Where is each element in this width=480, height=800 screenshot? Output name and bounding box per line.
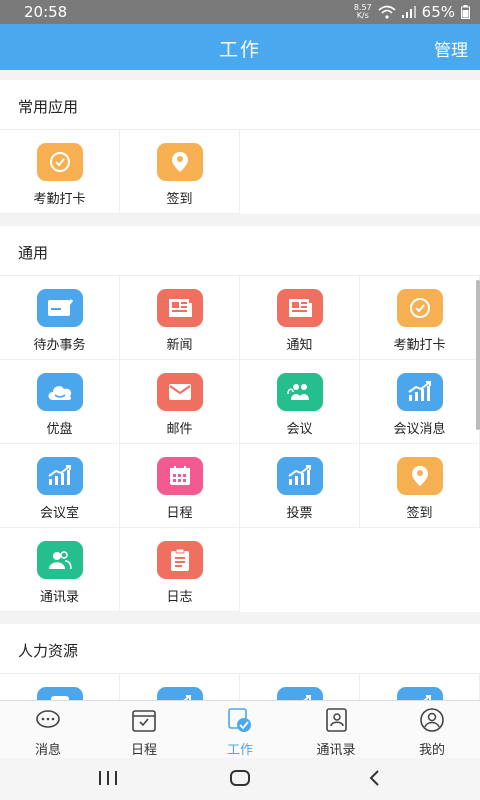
app-tile-label: 会议室 bbox=[39, 506, 79, 521]
app-tile-label: 考勤打卡 bbox=[33, 192, 86, 207]
chart-icon bbox=[276, 687, 323, 700]
tab-contacts-book[interactable]: 通讯录 bbox=[288, 701, 384, 758]
status-bar: 20:58 8.57 K/s 65% bbox=[0, 0, 480, 24]
bottom-tab-bar: 消息 日程 工作 通讯录 我的 bbox=[0, 700, 480, 758]
app-tile[interactable]: 日程 bbox=[120, 444, 240, 528]
app-tile[interactable]: 我的排班 bbox=[120, 674, 240, 700]
section-separator bbox=[0, 612, 480, 624]
app-tile[interactable]: ¥工资查询 bbox=[0, 674, 120, 700]
profile-icon bbox=[419, 707, 445, 737]
signal-icon bbox=[401, 6, 416, 18]
app-tile[interactable]: 签到 bbox=[360, 444, 480, 528]
work-icon bbox=[227, 707, 253, 737]
clock-in-icon bbox=[36, 143, 83, 181]
contacts-book-icon bbox=[323, 707, 349, 737]
clock-in-icon bbox=[396, 289, 443, 327]
chart-icon bbox=[36, 457, 83, 495]
battery-icon bbox=[461, 5, 470, 19]
app-tile-label: 新闻 bbox=[166, 338, 193, 353]
app-tile[interactable]: 邮件 bbox=[120, 360, 240, 444]
chart-icon bbox=[396, 373, 443, 411]
app-tile[interactable]: 考勤打卡 bbox=[360, 276, 480, 360]
recent-apps-icon[interactable] bbox=[96, 768, 120, 790]
app-tile-label: 考勤打卡 bbox=[393, 338, 446, 353]
tab-profile[interactable]: 我的 bbox=[384, 701, 480, 758]
status-time: 20:58 bbox=[24, 3, 68, 21]
app-tile-label: 邮件 bbox=[166, 422, 193, 437]
app-tile-label: 日程 bbox=[166, 506, 193, 521]
app-tile-label: 优盘 bbox=[46, 422, 73, 437]
back-icon[interactable] bbox=[363, 768, 387, 790]
app-grid: 待办事务 新闻 通知 考勤打卡优盘 邮件 会议 会议消息会议室 日程 投票 签到通讯录 日志 bbox=[0, 276, 480, 612]
location-pin-icon bbox=[156, 143, 203, 181]
app-tile-label: 通知 bbox=[286, 338, 313, 353]
clipboard-icon bbox=[156, 541, 203, 579]
app-tile[interactable]: 通知 bbox=[240, 276, 360, 360]
manage-button[interactable]: 管理 bbox=[434, 36, 468, 61]
app-tile[interactable]: 日志 bbox=[120, 528, 240, 612]
chart-icon bbox=[156, 687, 203, 700]
todo-card-icon bbox=[36, 289, 83, 327]
calendar-icon bbox=[131, 707, 157, 737]
app-tile[interactable]: 会议消息 bbox=[360, 360, 480, 444]
battery-percent: 65% bbox=[421, 3, 455, 21]
chart-icon bbox=[396, 687, 443, 700]
tab-label: 我的 bbox=[418, 743, 445, 758]
app-header: 工作 管理 bbox=[0, 24, 480, 70]
app-tile[interactable]: 投票 bbox=[240, 444, 360, 528]
calendar-icon bbox=[156, 457, 203, 495]
app-tile[interactable]: 签到 bbox=[120, 130, 240, 214]
tab-chat-bubble[interactable]: 消息 bbox=[0, 701, 96, 758]
app-tile-label: 投票 bbox=[286, 506, 313, 521]
system-nav-bar bbox=[0, 758, 480, 800]
section-title: 通用 bbox=[0, 226, 480, 276]
app-tile-label: 会议 bbox=[286, 422, 313, 437]
section-separator bbox=[0, 214, 480, 226]
contacts-icon bbox=[36, 541, 83, 579]
meeting-icon bbox=[276, 373, 323, 411]
app-tile[interactable]: 优盘 bbox=[0, 360, 120, 444]
location-pin-icon bbox=[396, 457, 443, 495]
app-tile-label: 日志 bbox=[166, 590, 193, 605]
scrollbar[interactable] bbox=[476, 280, 480, 430]
cloud-icon bbox=[36, 373, 83, 411]
notice-icon bbox=[276, 289, 323, 327]
section-title: 常用应用 bbox=[0, 80, 480, 130]
app-tile-label: 会议消息 bbox=[393, 422, 446, 437]
app-tile[interactable]: 通讯录 bbox=[0, 528, 120, 612]
tab-label: 工作 bbox=[226, 743, 253, 758]
app-tile[interactable]: 人事档案 bbox=[360, 674, 480, 700]
wifi-icon bbox=[378, 5, 396, 19]
app-tile[interactable]: 新闻 bbox=[120, 276, 240, 360]
tab-label: 日程 bbox=[130, 743, 157, 758]
tab-label: 消息 bbox=[34, 743, 61, 758]
section-title: 人力资源 bbox=[0, 624, 480, 674]
app-tile[interactable]: 会议 bbox=[240, 360, 360, 444]
top-spacer bbox=[0, 70, 480, 80]
home-icon[interactable] bbox=[228, 768, 252, 790]
app-tile-label: 待办事务 bbox=[33, 338, 86, 353]
mail-icon bbox=[156, 373, 203, 411]
app-tile-label: 签到 bbox=[166, 192, 193, 207]
app-tile-label: 签到 bbox=[406, 506, 433, 521]
app-tile[interactable]: 值班 bbox=[240, 674, 360, 700]
tab-label: 通讯录 bbox=[316, 743, 356, 758]
app-grid: 考勤打卡 签到 bbox=[0, 130, 480, 214]
salary-icon: ¥ bbox=[36, 687, 83, 700]
chat-bubble-icon bbox=[35, 707, 61, 737]
app-tile[interactable]: 考勤打卡 bbox=[0, 130, 120, 214]
app-tile[interactable]: 会议室 bbox=[0, 444, 120, 528]
tab-work[interactable]: 工作 bbox=[192, 701, 288, 758]
tab-calendar[interactable]: 日程 bbox=[96, 701, 192, 758]
app-tile[interactable]: 待办事务 bbox=[0, 276, 120, 360]
newspaper-icon bbox=[156, 289, 203, 327]
app-tile-label: 通讯录 bbox=[39, 590, 79, 605]
net-speed: 8.57 K/s bbox=[354, 4, 372, 20]
work-content[interactable]: 常用应用 考勤打卡 签到 通用 待办事务 新闻 通知 考勤打卡 优盘 邮件 会议 会议消息 会议室 日程投… bbox=[0, 70, 480, 700]
page-title: 工作 bbox=[218, 39, 261, 61]
app-grid: ¥工资查询我的排班值班人事档案 bbox=[0, 674, 480, 700]
chart-icon bbox=[276, 457, 323, 495]
status-right: 8.57 K/s 65% bbox=[354, 2, 470, 22]
net-speed-unit: K/s bbox=[356, 11, 369, 20]
